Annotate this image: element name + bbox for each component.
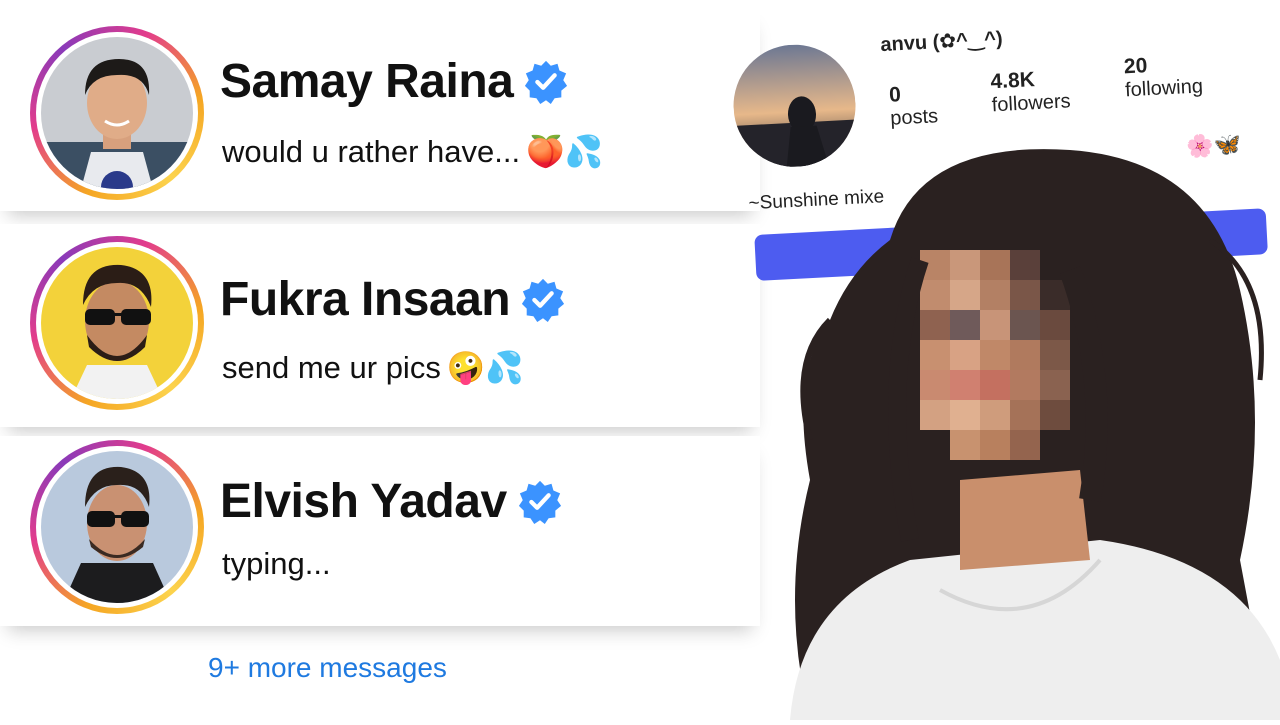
story-ring [30,26,204,200]
message-preview: send me ur pics [222,350,441,385]
avatar [41,451,193,603]
verified-badge-icon [522,278,565,323]
profile-username: anvu (✿^‿^) [879,27,1004,57]
contact-name: Elvish Yadav [220,475,507,528]
more-messages-link[interactable]: 9+ more messages [208,652,447,684]
avatar [41,247,193,399]
message-card[interactable]: Samay Raina would u rather have... 🍑💦 [0,8,760,211]
verified-badge-icon [525,60,568,105]
message-preview: typing... [222,546,331,581]
message-preview: would u rather have... [222,134,521,169]
posts-count: 0 [888,83,902,107]
story-ring [30,440,204,614]
following-label: following [1124,75,1204,102]
following-stat[interactable]: 20 following [1123,51,1203,102]
message-card[interactable]: Fukra Insaan send me ur pics 🤪💦 [0,224,760,427]
avatar [41,37,193,189]
story-ring [30,236,204,410]
verified-badge-icon [518,480,561,525]
contact-name: Samay Raina [220,55,514,108]
message-emojis: 🤪💦 [446,350,525,385]
followers-label: followers [991,90,1072,117]
message-emojis: 🍑💦 [526,134,604,169]
pixelated-photo [770,120,1280,720]
message-card[interactable]: Elvish Yadav typing... [0,436,760,626]
contact-name: Fukra Insaan [220,273,511,326]
followers-stat[interactable]: 4.8K followers [990,66,1071,117]
